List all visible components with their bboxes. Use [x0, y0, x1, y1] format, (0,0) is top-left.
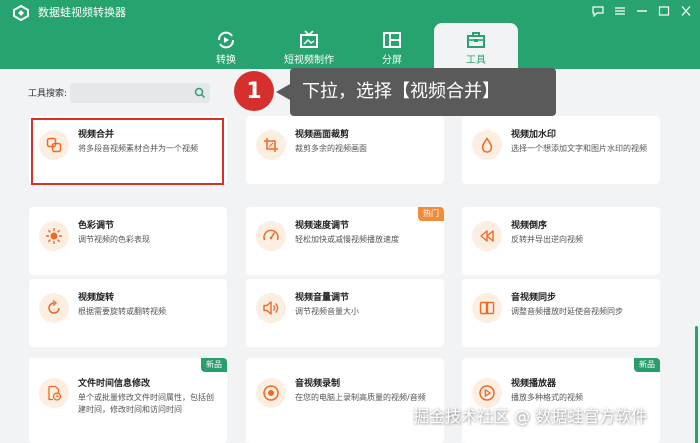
record-icon: [263, 385, 279, 401]
card-icon-wrap: [472, 293, 502, 323]
card-description: 单个或批量修改文件时间属性，包括创建时间，修改时间和访问时间: [78, 393, 214, 414]
tab-tools[interactable]: 工具: [434, 23, 518, 69]
new-badge: 新品: [201, 358, 227, 372]
card-description: 选择一个想添加文字和图片水印的视频: [511, 144, 647, 153]
callout-text: 下拉，选择【视频合并】: [302, 81, 500, 102]
tool-card-video-speed[interactable]: 视频速度调节 轻松加快或减慢视频播放速度 热门: [246, 207, 444, 275]
card-title: 视频倒序: [511, 221, 548, 231]
card-title: 视频音量调节: [295, 293, 350, 303]
card-icon-wrap: [472, 221, 502, 251]
card-title: 视频画面裁剪: [295, 130, 350, 140]
search-input[interactable]: [70, 84, 188, 102]
file-clock-icon: [48, 385, 62, 401]
minimize-button[interactable]: [634, 3, 650, 19]
step-number-badge: 1: [234, 71, 274, 111]
tool-card-volume-adjust[interactable]: 视频音量调节 调节视频音量大小: [246, 279, 444, 347]
card-icon-wrap: [472, 378, 502, 408]
card-title: 音视频同步: [511, 293, 557, 303]
merge-icon: [46, 137, 62, 153]
window-controls: [590, 3, 694, 19]
watermark-drop-icon: [481, 137, 493, 153]
card-icon-wrap: [256, 130, 286, 160]
rotate-icon: [48, 300, 60, 314]
tool-card-video-merge[interactable]: 视频合并 将多段音视频素材合并为一个视频: [29, 116, 227, 184]
minimize-icon: [637, 10, 647, 12]
tool-card-video-reverse[interactable]: 视频倒序 反转并导出逆向视频: [462, 207, 660, 275]
card-description: 将多段音视频素材合并为一个视频: [78, 144, 198, 153]
card-icon-wrap: [39, 130, 69, 160]
tab-split-screen[interactable]: 分屏: [350, 23, 434, 69]
card-description: 调节视频音量大小: [295, 307, 359, 316]
card-description: 轻松加快或减慢视频播放速度: [295, 235, 399, 244]
tv-icon: [300, 30, 318, 48]
tools-panel: 工具搜索: 视频合并 将多段音视频素材合并为一个视频 视频画面裁剪 裁剪多余的视…: [6, 69, 698, 443]
play-icon: [479, 385, 495, 401]
title-bar: 数据蛙视频转换器 转换 短视频制作 分屏 工具: [0, 0, 700, 69]
new-badge: 新品: [634, 358, 660, 372]
maximize-button[interactable]: [656, 3, 672, 19]
menu-icon: [615, 7, 625, 15]
card-icon-wrap: [39, 378, 69, 408]
card-icon-wrap: [256, 378, 286, 408]
search-label: 工具搜索:: [28, 89, 68, 99]
watermark-text: 掘金技术社区 @ 数据蛙官方软件: [413, 407, 648, 426]
tool-card-screen-record[interactable]: 音视频录制 在您的电脑上录制高质量的视频/音频: [246, 358, 444, 443]
card-description: 播放多种格式的视频: [511, 393, 583, 402]
tool-card-video-watermark[interactable]: 视频加水印 选择一个想添加文字和图片水印的视频: [462, 116, 660, 184]
speedometer-icon: [263, 229, 279, 241]
tab-label: 分屏: [382, 55, 402, 66]
card-description: 在您的电脑上录制高质量的视频/音频: [295, 393, 426, 402]
split-screen-icon: [383, 32, 401, 48]
card-icon-wrap: [256, 221, 286, 251]
convert-icon: [218, 31, 234, 49]
card-icon-wrap: [39, 221, 69, 251]
tool-card-video-crop[interactable]: 视频画面裁剪 裁剪多余的视频画面: [246, 116, 444, 184]
card-title: 视频加水印: [511, 130, 557, 140]
tab-convert[interactable]: 转换: [184, 23, 268, 69]
sync-icon: [479, 301, 495, 315]
card-title: 视频速度调节: [295, 221, 350, 231]
callout-arrow: [276, 84, 290, 100]
app-logo-icon: [13, 5, 29, 21]
close-button[interactable]: [678, 3, 694, 19]
card-description: 根据需要旋转或翻转视频: [78, 307, 166, 316]
card-description: 调整音频播放时延使音视频同步: [511, 307, 623, 316]
card-description: 调节视频的色彩表现: [78, 235, 150, 244]
card-description: 裁剪多余的视频画面: [295, 144, 367, 153]
feedback-button[interactable]: [590, 3, 606, 19]
card-icon-wrap: [256, 293, 286, 323]
card-title: 色彩调节: [78, 221, 115, 231]
tab-label: 工具: [466, 55, 486, 66]
card-description: 反转并导出逆向视频: [511, 235, 583, 244]
color-sun-icon: [46, 228, 62, 244]
close-icon: [681, 6, 691, 16]
card-icon-wrap: [39, 293, 69, 323]
scrollbar-thumb[interactable]: [695, 326, 698, 443]
chat-icon: [592, 5, 604, 17]
tool-card-file-time[interactable]: 文件时间信息修改 单个或批量修改文件时间属性，包括创建时间，修改时间和访问时间 …: [29, 358, 227, 443]
tab-short-video[interactable]: 短视频制作: [267, 23, 351, 69]
card-title: 视频合并: [78, 130, 115, 140]
app-title: 数据蛙视频转换器: [38, 6, 126, 19]
card-title: 文件时间信息修改: [78, 379, 151, 389]
tab-label: 转换: [216, 55, 236, 66]
maximize-icon: [658, 6, 670, 16]
volume-icon: [263, 301, 279, 315]
search-box: [70, 83, 210, 103]
card-title: 视频播放器: [511, 379, 557, 389]
rewind-icon: [480, 230, 494, 242]
card-title: 视频旋转: [78, 293, 115, 303]
tool-card-video-player[interactable]: 视频播放器 播放多种格式的视频 新品: [462, 358, 660, 443]
tool-card-color-adjust[interactable]: 色彩调节 调节视频的色彩表现: [29, 207, 227, 275]
crop-icon: [264, 138, 278, 152]
card-icon-wrap: [472, 130, 502, 160]
tool-card-av-sync[interactable]: 音视频同步 调整音频播放时延使音视频同步: [462, 279, 660, 347]
hot-badge: 热门: [418, 207, 444, 221]
card-title: 音视频录制: [295, 379, 341, 389]
tab-label: 短视频制作: [284, 55, 334, 66]
toolbox-icon: [467, 32, 485, 48]
menu-button[interactable]: [612, 3, 628, 19]
search-icon[interactable]: [194, 87, 206, 99]
tool-card-video-rotate[interactable]: 视频旋转 根据需要旋转或翻转视频: [29, 279, 227, 347]
